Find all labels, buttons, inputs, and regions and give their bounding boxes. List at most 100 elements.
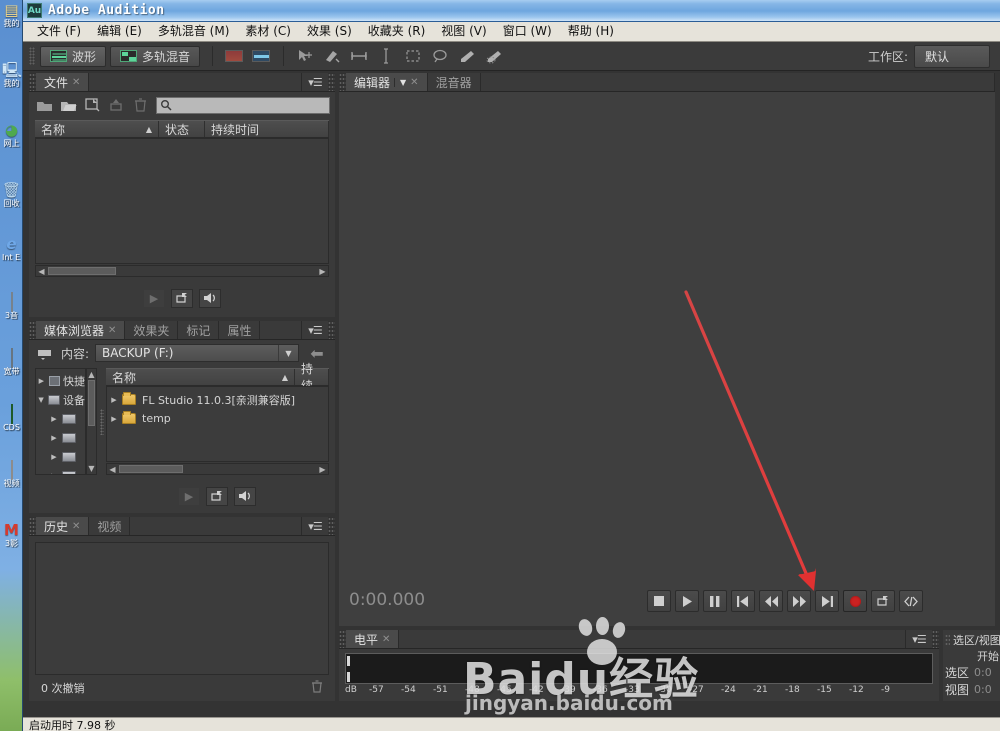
files-hscrollbar[interactable]: ◀ ▶	[35, 265, 329, 277]
collapse-triangle-icon[interactable]: ▼	[37, 396, 45, 404]
tab-video[interactable]: 视频	[89, 517, 130, 535]
import-folder-icon[interactable]	[58, 96, 78, 114]
column-duration[interactable]: 持续	[295, 369, 329, 385]
desktop-icon-2[interactable]: ◕ 网上	[2, 122, 21, 148]
spectral-pan-display-button[interactable]	[248, 45, 274, 67]
panel-grip[interactable]	[29, 73, 36, 91]
expand-triangle-icon[interactable]: ▶	[109, 415, 119, 423]
tree-node-drive-2[interactable]: ▶	[37, 428, 85, 447]
content-dropdown[interactable]: BACKUP (F:) ▼	[95, 344, 299, 362]
delete-icon[interactable]	[130, 96, 150, 114]
auto-play-button[interactable]	[234, 487, 256, 506]
level-meter-display[interactable]	[345, 653, 933, 684]
paintbrush-selection-tool-button[interactable]	[454, 45, 480, 67]
scroll-down-icon[interactable]: ▼	[88, 463, 94, 474]
desktop-icon-5[interactable]: 3音	[2, 294, 21, 320]
stop-button[interactable]	[647, 590, 671, 612]
loop-button[interactable]	[871, 590, 895, 612]
desktop-icon-8[interactable]: 视频	[2, 462, 21, 488]
move-tool-button[interactable]	[292, 45, 318, 67]
panel-grip-right[interactable]	[328, 517, 335, 535]
tree-node-drive-4[interactable]: ▶	[37, 466, 85, 475]
desktop-icon-0[interactable]: ▤ 我的	[2, 2, 21, 28]
panel-menu-icon[interactable]: ▾☰	[302, 517, 328, 535]
skip-to-start-button[interactable]	[731, 590, 755, 612]
close-icon[interactable]: ✕	[72, 521, 80, 532]
tree-vscrollbar[interactable]: ▲ ▼	[86, 368, 97, 475]
waveform-view-button[interactable]: 波形	[40, 46, 106, 67]
scroll-up-icon[interactable]: ▲	[88, 369, 94, 380]
close-icon[interactable]: ✕	[108, 325, 116, 336]
slip-tool-button[interactable]	[319, 45, 345, 67]
panel-splitter[interactable]	[97, 368, 106, 475]
timecode-display[interactable]: 0:00.000	[349, 590, 425, 610]
history-list[interactable]	[35, 542, 329, 675]
expand-triangle-icon[interactable]: ▶	[49, 415, 59, 423]
tab-markers[interactable]: 标记	[178, 321, 219, 339]
close-icon[interactable]: ✕	[72, 77, 80, 88]
media-browser-hscrollbar[interactable]: ◀ ▶	[106, 463, 329, 475]
tab-effects-rack[interactable]: 效果夹	[125, 321, 178, 339]
toolbar-grip[interactable]	[29, 47, 35, 65]
skip-selection-button[interactable]	[899, 590, 923, 612]
expand-triangle-icon[interactable]: ▶	[49, 453, 59, 461]
menu-edit[interactable]: 编辑 (E)	[89, 22, 150, 41]
open-file-icon[interactable]	[34, 96, 54, 114]
expand-triangle-icon[interactable]: ▶	[109, 396, 119, 404]
panel-menu-icon[interactable]: ▾☰	[302, 73, 328, 91]
insert-into-multitrack-button[interactable]	[171, 289, 193, 308]
desktop-icon-1[interactable]: 🖳 我的	[2, 62, 21, 88]
play-button[interactable]: ▶	[143, 289, 165, 308]
expand-triangle-icon[interactable]: ▶	[37, 377, 46, 385]
export-icon[interactable]	[106, 96, 126, 114]
panel-grip[interactable]	[945, 634, 950, 646]
workspace-selector[interactable]: 工作区: 默认	[868, 45, 994, 68]
expand-triangle-icon[interactable]: ▶	[49, 434, 59, 442]
play-button[interactable]	[675, 590, 699, 612]
play-button[interactable]: ▶	[178, 487, 200, 506]
menu-window[interactable]: 窗口 (W)	[495, 22, 560, 41]
pause-button[interactable]	[703, 590, 727, 612]
menu-effects[interactable]: 效果 (S)	[299, 22, 360, 41]
trash-icon[interactable]	[311, 680, 323, 696]
tree-node-drive-3[interactable]: ▶	[37, 447, 85, 466]
tab-files[interactable]: 文件 ✕	[36, 73, 89, 91]
scroll-right-icon[interactable]: ▶	[317, 267, 328, 276]
panel-grip-right[interactable]	[328, 321, 335, 339]
panel-menu-icon[interactable]: ▾☰	[302, 321, 328, 339]
tree-node-drive-1[interactable]: ▶	[37, 409, 85, 428]
menu-favorites[interactable]: 收藏夹 (R)	[360, 22, 434, 41]
list-item[interactable]: ▶ FL Studio 11.0.3[亲测兼容版]	[109, 390, 328, 409]
lasso-selection-tool-button[interactable]	[427, 45, 453, 67]
skip-to-end-button[interactable]	[815, 590, 839, 612]
scrollbar-thumb[interactable]	[48, 267, 116, 275]
insert-into-multitrack-button[interactable]	[206, 487, 228, 506]
column-duration[interactable]: 持续时间	[205, 121, 329, 137]
media-browser-list[interactable]: ▶ FL Studio 11.0.3[亲测兼容版] ▶ temp	[106, 386, 329, 462]
scroll-right-icon[interactable]: ▶	[317, 465, 328, 474]
panel-grip[interactable]	[29, 517, 36, 535]
selection-value[interactable]: 0:0	[974, 666, 992, 679]
panel-menu-icon[interactable]: ▾☰	[906, 630, 932, 648]
panel-grip[interactable]	[339, 630, 346, 648]
panel-grip-right[interactable]	[932, 630, 939, 648]
scroll-left-icon[interactable]: ◀	[107, 465, 118, 474]
media-browser-tree[interactable]: ▶ 快捷 ▼ 设备 ▶	[35, 368, 86, 475]
files-list[interactable]	[35, 138, 329, 264]
view-value[interactable]: 0:0	[974, 683, 992, 696]
menu-clip[interactable]: 素材 (C)	[237, 22, 299, 41]
time-selection-tool-button[interactable]	[346, 45, 372, 67]
close-icon[interactable]: ✕	[382, 634, 390, 645]
rewind-button[interactable]	[759, 590, 783, 612]
list-item[interactable]: ▶ temp	[109, 409, 328, 428]
menu-help[interactable]: 帮助 (H)	[560, 22, 622, 41]
panel-grip[interactable]	[339, 73, 346, 91]
spectral-frequency-display-button[interactable]	[221, 45, 247, 67]
tab-history[interactable]: 历史 ✕	[36, 517, 89, 535]
auto-play-button[interactable]	[199, 289, 221, 308]
close-icon[interactable]: ✕	[410, 77, 418, 88]
menu-multitrack[interactable]: 多轨混音 (M)	[150, 22, 238, 41]
tab-properties[interactable]: 属性	[219, 321, 260, 339]
tab-levels[interactable]: 电平 ✕	[346, 630, 399, 648]
new-file-icon[interactable]	[82, 96, 102, 114]
